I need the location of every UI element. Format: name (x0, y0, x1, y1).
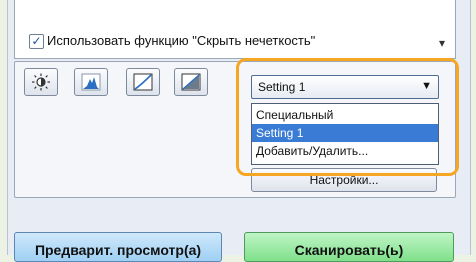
preview-button[interactable]: Предварит. просмотр(а) (14, 232, 222, 262)
unsharp-mask-label[interactable]: Использовать функцию "Скрыть нечеткость" (47, 33, 315, 48)
scroll-down-icon[interactable]: ▾ (433, 30, 451, 54)
histogram-button[interactable] (74, 68, 108, 96)
tone-curve-button[interactable] (126, 68, 160, 96)
brightness-icon (32, 73, 50, 91)
final-review-button[interactable] (174, 68, 208, 96)
highlight-callout (236, 58, 459, 176)
options-panel: ✓ Использовать функцию "Скрыть нечеткост… (14, 0, 456, 59)
brightness-contrast-button[interactable] (24, 68, 58, 96)
final-review-icon (181, 73, 201, 91)
scan-button[interactable]: Сканировать(ь) (244, 232, 454, 262)
tone-curve-icon (133, 73, 153, 91)
histogram-icon (81, 73, 101, 91)
unsharp-mask-checkbox[interactable]: ✓ (29, 34, 44, 49)
